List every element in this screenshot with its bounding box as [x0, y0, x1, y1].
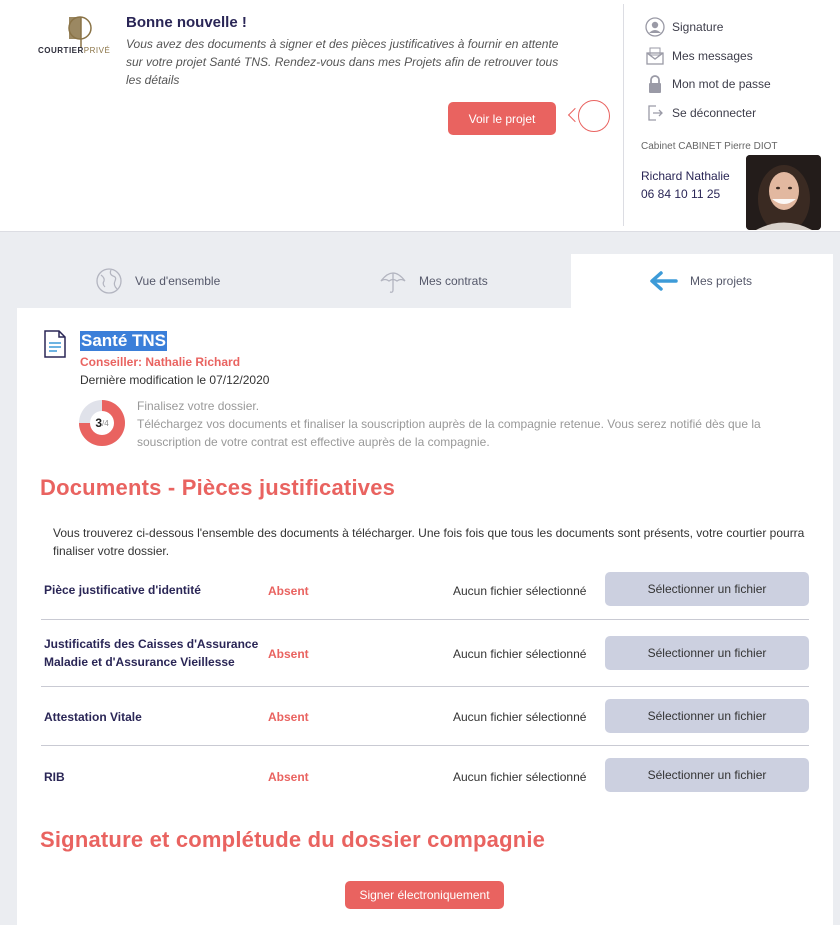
advisor-phone: 06 84 10 11 25	[641, 187, 721, 201]
tab-projects[interactable]: Mes projets	[571, 254, 833, 308]
tab-contracts[interactable]: Mes contrats	[379, 254, 488, 308]
select-file-button[interactable]: Sélectionner un fichier	[605, 758, 809, 792]
progress-current: 3	[95, 416, 102, 430]
document-name: Pièce justificative d'identité	[44, 583, 201, 597]
document-file-status: Aucun fichier sélectionné	[453, 770, 587, 784]
cabinet-name: Cabinet CABINET Pierre DIOT	[641, 141, 778, 152]
menu-logout[interactable]: Se déconnecter	[644, 102, 756, 124]
documents-intro: Vous trouverez ci-dessous l'ensemble des…	[53, 526, 805, 558]
advisor-name: Richard Nathalie	[641, 169, 730, 183]
advisor-avatar	[746, 155, 821, 230]
document-file-status: Aucun fichier sélectionné	[453, 584, 587, 598]
project-title: Santé TNS	[80, 331, 168, 351]
document-name: Attestation Vitale	[44, 710, 142, 724]
step-title: Finalisez votre dossier.	[137, 399, 260, 413]
main-tabs: Vue d'ensemble Mes contrats Mes projets	[17, 254, 833, 308]
menu-signature-label: Signature	[672, 20, 724, 34]
notification-title: Bonne nouvelle !	[126, 14, 247, 31]
progress-total: /4	[102, 418, 109, 428]
document-status: Absent	[268, 647, 309, 661]
user-circle-icon	[644, 16, 666, 38]
select-file-button[interactable]: Sélectionner un fichier	[605, 636, 809, 670]
select-file-button[interactable]: Sélectionner un fichier	[605, 699, 809, 733]
tab-overview[interactable]: Vue d'ensemble	[95, 254, 220, 308]
notification-body: Vous avez des documents à signer et des …	[126, 37, 559, 87]
document-status: Absent	[268, 710, 309, 724]
document-file-status: Aucun fichier sélectionné	[453, 647, 587, 661]
envelope-icon	[644, 45, 666, 67]
umbrella-icon	[379, 267, 407, 295]
document-name: Justificatifs des Caisses d'Assurance Ma…	[44, 637, 259, 669]
document-status: Absent	[268, 770, 309, 784]
project-card: Santé TNS Conseiller: Nathalie Richard D…	[17, 308, 833, 925]
menu-logout-label: Se déconnecter	[672, 106, 757, 120]
view-project-button[interactable]: Voir le projet	[448, 102, 556, 135]
tab-projects-label: Mes projets	[690, 274, 753, 288]
header-divider	[623, 4, 624, 226]
documents-section-title: Documents - Pièces justificatives	[40, 475, 396, 500]
document-icon	[44, 330, 66, 358]
logo-brand-main: COURTIER	[38, 46, 84, 55]
lock-icon	[644, 73, 666, 95]
signature-section-title: Signature et complétude du dossier compa…	[40, 827, 546, 852]
menu-messages[interactable]: Mes messages	[644, 45, 753, 67]
tab-contracts-label: Mes contrats	[419, 274, 488, 288]
chat-bubble-icon[interactable]	[578, 100, 610, 132]
document-name: RIB	[44, 770, 65, 784]
document-row: Attestation Vitale Absent Aucun fichier …	[41, 687, 809, 746]
document-row: Justificatifs des Caisses d'Assurance Ma…	[41, 620, 809, 687]
menu-signature[interactable]: Signature	[644, 16, 723, 38]
menu-password-label: Mon mot de passe	[672, 77, 771, 91]
logout-icon	[644, 102, 666, 124]
menu-password[interactable]: Mon mot de passe	[644, 73, 771, 95]
arrow-left-icon	[648, 270, 678, 292]
logo-brand-accent: PRIVÉ	[83, 46, 111, 55]
sign-electronically-button[interactable]: Signer électroniquement	[345, 881, 504, 909]
select-file-button[interactable]: Sélectionner un fichier	[605, 572, 809, 606]
document-status: Absent	[268, 584, 309, 598]
header: COURTIERPRIVÉ Bonne nouvelle ! Vous avez…	[0, 0, 840, 232]
document-row: RIB Absent Aucun fichier sélectionné Sél…	[41, 746, 809, 806]
logo-wordmark: COURTIERPRIVÉ	[38, 46, 110, 55]
menu-messages-label: Mes messages	[672, 49, 753, 63]
globe-icon	[95, 267, 123, 295]
document-row: Pièce justificative d'identité Absent Au…	[41, 563, 809, 620]
step-description: Téléchargez vos documents et finaliser l…	[137, 417, 761, 449]
progress-label: 3/4	[79, 400, 125, 446]
project-advisor: Conseiller: Nathalie Richard	[80, 355, 241, 369]
document-file-status: Aucun fichier sélectionné	[453, 710, 587, 724]
project-last-modified: Dernière modification le 07/12/2020	[80, 373, 270, 387]
tab-overview-label: Vue d'ensemble	[135, 274, 221, 288]
